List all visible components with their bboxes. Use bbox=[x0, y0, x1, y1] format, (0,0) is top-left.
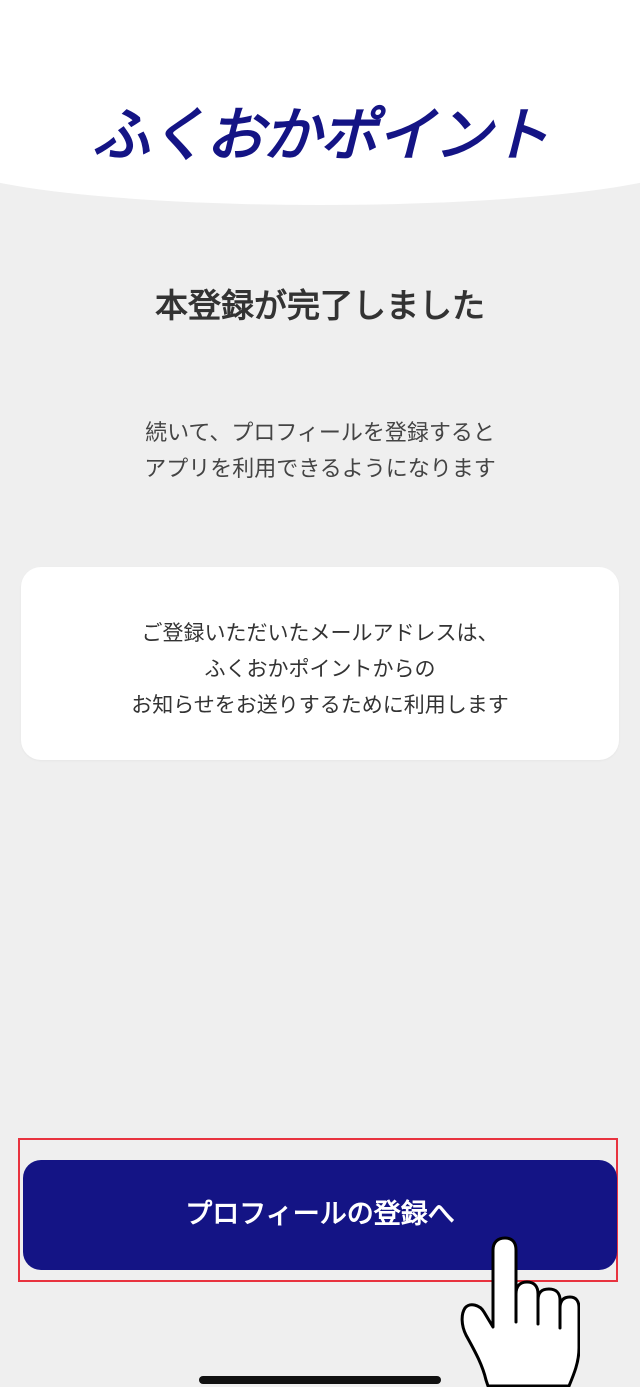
description-line: 続いて、プロフィールを登録すると bbox=[145, 421, 495, 446]
email-note-card: ご登録いただいたメールアドレスは、 ふくおかポイントからの お知らせをお送りする… bbox=[21, 567, 619, 760]
home-indicator[interactable] bbox=[199, 1376, 441, 1384]
app-header: ふくおかポイント bbox=[0, 0, 640, 205]
description-line: アプリを利用できるようになります bbox=[144, 457, 496, 482]
description-text: 続いて、プロフィールを登録すると アプリを利用できるようになります bbox=[0, 416, 640, 488]
page-title: 本登録が完了しました bbox=[155, 286, 485, 325]
email-note-line: ご登録いただいたメールアドレスは、 bbox=[141, 621, 499, 645]
email-note-text: ご登録いただいたメールアドレスは、 ふくおかポイントからの お知らせをお送りする… bbox=[21, 615, 619, 723]
email-note-line: ふくおかポイントからの bbox=[204, 657, 436, 681]
email-note-line: お知らせをお送りするために利用します bbox=[131, 693, 509, 717]
app-logo: ふくおかポイント bbox=[91, 101, 549, 169]
hand-pointer-icon bbox=[460, 1236, 580, 1387]
